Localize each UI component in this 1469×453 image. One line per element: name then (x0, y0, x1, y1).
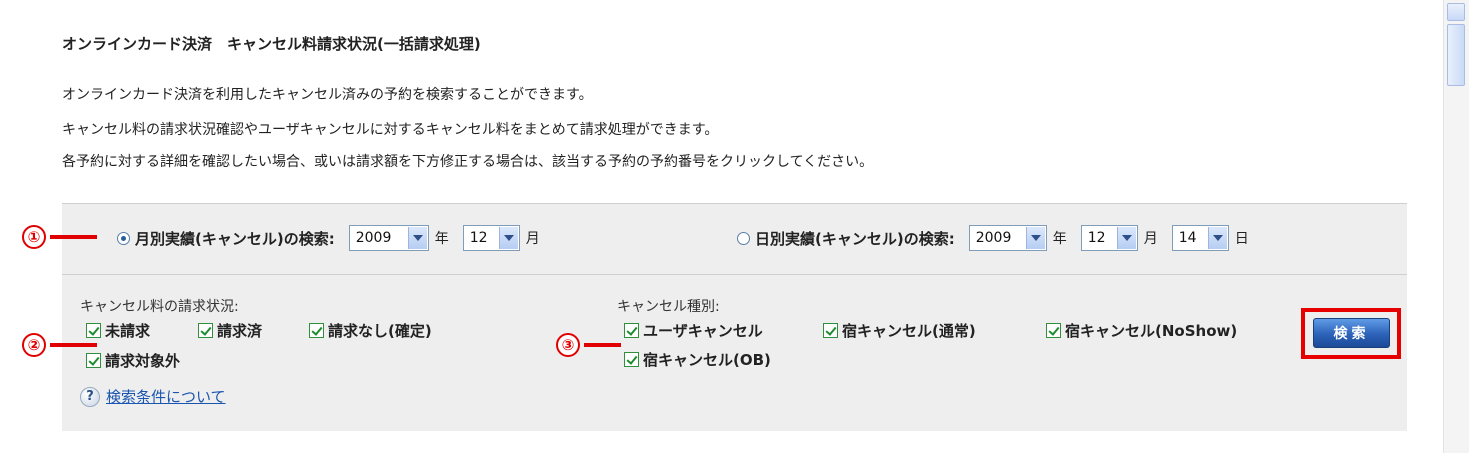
marker-number: ③ (556, 333, 580, 357)
monthly-label: 月別実績(キャンセル)の検索: (135, 229, 335, 248)
checkbox-inn-cancel-ob[interactable]: 宿キャンセル(OB) (624, 349, 771, 370)
checkbox-user-cancel[interactable]: ユーザキャンセル (624, 320, 763, 341)
chevron-down-icon (1116, 227, 1136, 249)
checkbox-icon[interactable] (624, 352, 639, 367)
checkbox-icon[interactable] (198, 323, 213, 338)
daily-month-select[interactable]: 12 (1080, 225, 1138, 251)
description-line-3: 各予約に対する詳細を確認したい場合、或いは請求額を下方修正する場合は、該当する予… (62, 154, 874, 170)
daily-day-unit: 日 (1234, 231, 1249, 247)
chevron-down-icon (1207, 227, 1227, 249)
daily-search-group: 日別実績(キャンセル)の検索: 2009 年 12 月 14 日 (737, 225, 1263, 251)
checkbox-icon[interactable] (309, 323, 324, 338)
marker-number: ① (22, 225, 46, 249)
marker-line (584, 343, 621, 347)
checkbox-icon[interactable] (1046, 323, 1061, 338)
chevron-down-icon (498, 227, 518, 249)
page-title: オンラインカード決済 キャンセル料請求状況(一括請求処理) (62, 35, 481, 53)
checkbox-icon[interactable] (823, 323, 838, 338)
monthly-month-value: 12 (469, 230, 488, 246)
panel-divider (62, 274, 1407, 275)
checkbox-no-billing[interactable]: 請求なし(確定) (309, 320, 432, 341)
daily-month-unit: 月 (1143, 231, 1158, 247)
checkbox-icon[interactable] (624, 323, 639, 338)
checkbox-billed[interactable]: 請求済 (198, 320, 262, 341)
monthly-year-value: 2009 (355, 230, 392, 246)
monthly-month-select[interactable]: 12 (462, 225, 520, 251)
daily-day-select[interactable]: 14 (1171, 225, 1229, 251)
monthly-radio[interactable] (117, 231, 130, 245)
checkbox-inn-cancel-noshow[interactable]: 宿キャンセル(NoShow) (1046, 320, 1237, 341)
daily-radio[interactable] (737, 231, 750, 245)
search-button[interactable]: 検索 (1313, 318, 1390, 348)
checkbox-no-billing-label: 請求なし(確定) (328, 322, 432, 340)
scroll-up-button[interactable] (1447, 3, 1465, 21)
checkbox-not-applicable-label: 請求対象外 (105, 352, 181, 370)
daily-year-select[interactable]: 2009 (968, 225, 1047, 251)
annotation-marker-2: ② (22, 333, 97, 357)
marker-number: ② (22, 333, 46, 357)
chevron-down-icon (1025, 227, 1045, 249)
annotation-marker-3: ③ (556, 333, 621, 357)
monthly-year-select[interactable]: 2009 (348, 225, 429, 251)
checkbox-user-cancel-label: ユーザキャンセル (643, 322, 763, 340)
daily-day-value: 14 (1178, 230, 1197, 246)
daily-year-unit: 年 (1052, 231, 1067, 247)
monthly-search-group: 月別実績(キャンセル)の検索: 2009 年 12 月 (117, 225, 554, 251)
chevron-down-icon (407, 227, 427, 249)
daily-label: 日別実績(キャンセル)の検索: (755, 229, 955, 248)
scroll-thumb[interactable] (1447, 24, 1465, 86)
checkbox-inn-cancel-normal[interactable]: 宿キャンセル(通常) (823, 320, 976, 341)
checkbox-billed-label: 請求済 (217, 322, 263, 340)
search-conditions-link[interactable]: 検索条件について (106, 386, 226, 407)
help-row: ? 検索条件について (80, 386, 226, 407)
monthly-year-unit: 年 (434, 231, 449, 247)
marker-line (50, 343, 97, 347)
daily-year-value: 2009 (975, 230, 1012, 246)
checkbox-unbilled-label: 未請求 (105, 322, 151, 340)
description-line-2: キャンセル料の請求状況確認やユーザキャンセルに対するキャンセル料をまとめて請求処… (62, 122, 719, 138)
help-icon: ? (80, 386, 100, 407)
checkbox-inn-cancel-normal-label: 宿キャンセル(通常) (842, 322, 976, 340)
checkbox-not-applicable[interactable]: 請求対象外 (86, 350, 180, 371)
checkbox-inn-cancel-noshow-label: 宿キャンセル(NoShow) (1065, 322, 1238, 340)
cancel-type-label: キャンセル種別: (617, 299, 720, 315)
vertical-scrollbar[interactable] (1443, 0, 1469, 453)
checkbox-inn-cancel-ob-label: 宿キャンセル(OB) (643, 351, 771, 369)
monthly-month-unit: 月 (525, 231, 540, 247)
description-line-1: オンラインカード決済を利用したキャンセル済みの予約を検索することができます。 (62, 87, 593, 103)
marker-line (50, 235, 97, 239)
daily-month-value: 12 (1087, 230, 1106, 246)
billing-status-label: キャンセル料の請求状況: (80, 299, 239, 315)
annotation-marker-1: ① (22, 225, 97, 249)
